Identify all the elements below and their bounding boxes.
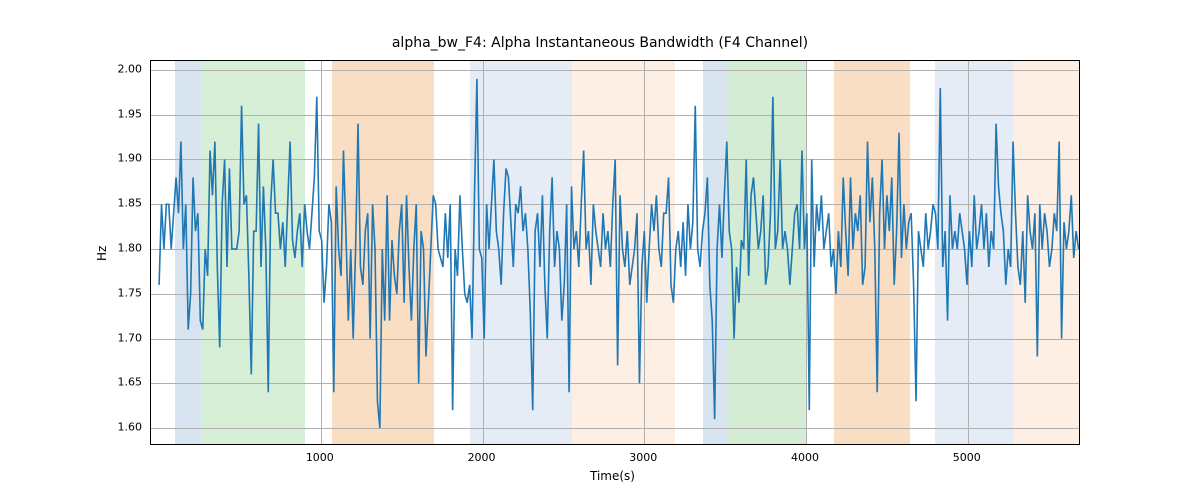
plot-axes — [150, 60, 1080, 445]
x-axis-label: Time(s) — [590, 469, 635, 483]
ytick-label: 1.60 — [110, 421, 142, 434]
chart-figure: alpha_bw_F4: Alpha Instantaneous Bandwid… — [0, 0, 1200, 500]
ytick-label: 1.65 — [110, 376, 142, 389]
ytick-label: 1.90 — [110, 152, 142, 165]
ytick-label: 1.85 — [110, 197, 142, 210]
xtick-label: 4000 — [791, 451, 819, 464]
line-series — [159, 79, 1078, 428]
xtick-label: 5000 — [953, 451, 981, 464]
ytick-label: 1.95 — [110, 107, 142, 120]
y-axis-label: Hz — [95, 245, 109, 260]
ytick-label: 1.80 — [110, 242, 142, 255]
xtick-label: 2000 — [468, 451, 496, 464]
xtick-label: 3000 — [629, 451, 657, 464]
ytick-label: 2.00 — [110, 62, 142, 75]
line-svg — [151, 61, 1080, 445]
chart-title: alpha_bw_F4: Alpha Instantaneous Bandwid… — [0, 35, 1200, 51]
ytick-label: 1.75 — [110, 286, 142, 299]
xtick-label: 1000 — [306, 451, 334, 464]
ytick-label: 1.70 — [110, 331, 142, 344]
